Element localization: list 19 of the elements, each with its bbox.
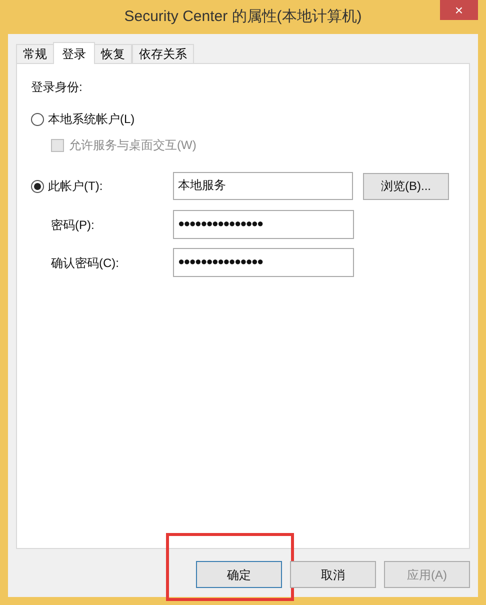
tab[interactable]: 恢复 (94, 44, 132, 63)
close-button[interactable]: × (440, 0, 478, 20)
field-label: 密码(P): (50, 216, 96, 234)
section-label: 登录身份: (31, 79, 84, 96)
tab[interactable]: 依存关系 (132, 44, 194, 63)
tab[interactable]: 登录 (53, 42, 95, 64)
window-title: Security Center 的属性(本地计算机) (124, 6, 362, 27)
password-field[interactable]: ●●●●●●●●●●●●●●● (173, 248, 354, 277)
radio-label[interactable]: 本地系统帐户(L) (48, 110, 135, 128)
account-field[interactable]: 本地服务 (173, 172, 353, 200)
dialog-button[interactable]: 取消 (290, 561, 376, 588)
radio-button[interactable] (31, 180, 44, 192)
password-field[interactable]: ●●●●●●●●●●●●●●● (173, 210, 354, 239)
browse-button[interactable]: 浏览(B)... (363, 172, 449, 200)
tab[interactable]: 常规 (16, 44, 54, 63)
radio-button[interactable] (31, 112, 44, 126)
radio-label[interactable]: 此帐户(T): (48, 177, 103, 195)
dialog-button[interactable]: 确定 (196, 561, 282, 588)
field-label: 确认密码(C): (50, 254, 120, 272)
